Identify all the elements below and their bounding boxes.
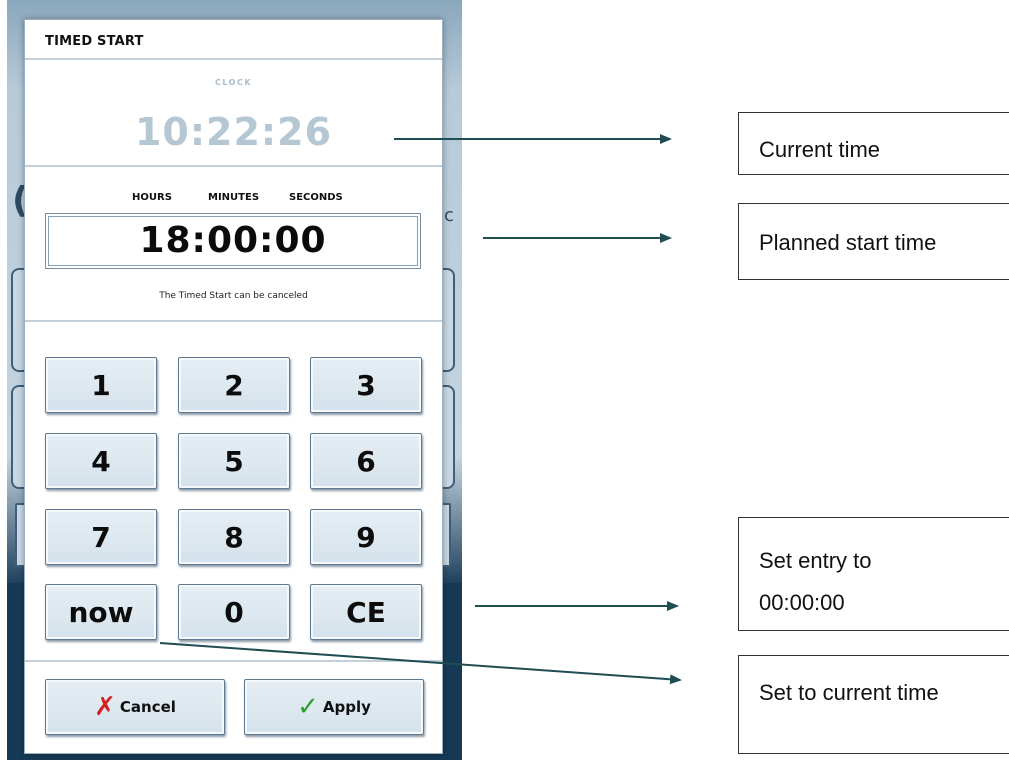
callout-planned-start: Planned start time bbox=[738, 203, 1009, 280]
callout-text: Set to current time bbox=[759, 680, 939, 705]
callout-text: Current time bbox=[759, 137, 881, 162]
arrow-set-current bbox=[159, 642, 682, 685]
callout-text: Planned start time bbox=[759, 230, 937, 255]
callout-current-time: Current time bbox=[738, 112, 1009, 175]
callout-set-current: Set to current time bbox=[738, 655, 1009, 754]
callout-set-entry: Set entry to 00:00:00 bbox=[738, 517, 1009, 631]
callout-text: Set entry to bbox=[759, 548, 872, 573]
callout-text: 00:00:00 bbox=[759, 590, 845, 615]
